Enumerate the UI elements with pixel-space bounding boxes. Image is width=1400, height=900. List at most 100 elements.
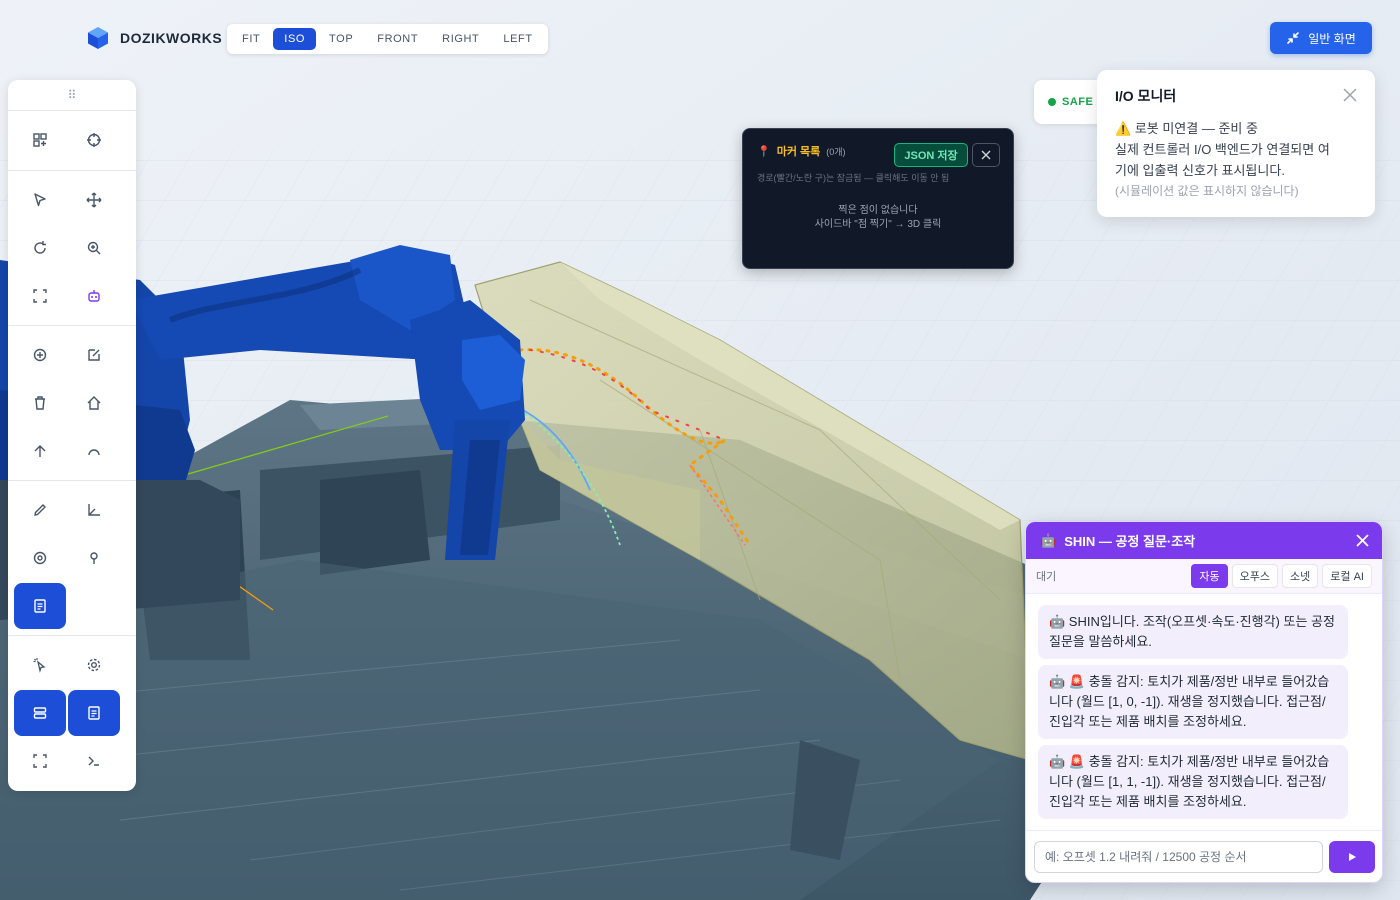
chat-message: 🤖 SHIN입니다. 조작(오프셋·속도·진행각) 또는 공정 질문을 말씀하세… xyxy=(1038,605,1348,659)
fullscreen-icon xyxy=(33,754,47,768)
arc-icon xyxy=(88,449,100,456)
robot-button[interactable] xyxy=(68,273,120,319)
status-dot-icon xyxy=(1048,98,1056,106)
layout-add-icon xyxy=(33,133,47,147)
robot-icon: 🤖 xyxy=(1040,532,1057,548)
marker-title: 마커 목록 xyxy=(776,146,821,158)
fullscreen-button[interactable] xyxy=(14,738,66,784)
trash-icon xyxy=(35,396,45,410)
normal-view-label: 일반 화면 xyxy=(1308,31,1356,46)
tab-right[interactable]: RIGHT xyxy=(431,28,490,50)
select-button[interactable] xyxy=(14,177,66,223)
chat-header: 🤖 SHIN — 공정 질문·조작 xyxy=(1026,522,1382,559)
tab-fit[interactable]: FIT xyxy=(231,28,271,50)
axis-button[interactable] xyxy=(68,487,120,533)
chat-mode-bar: 대기 자동 오푸스 소넷 로컬 AI xyxy=(1026,559,1382,594)
storage-button[interactable] xyxy=(14,690,66,736)
cursor-click-icon xyxy=(33,658,46,673)
brand: DOZIKWORKS xyxy=(86,26,222,50)
arrow-up-icon xyxy=(34,445,46,457)
pencil-button[interactable] xyxy=(14,487,66,533)
fit-frame-button[interactable] xyxy=(14,273,66,319)
chat-input-row xyxy=(1026,830,1382,882)
marker-count: (0개) xyxy=(826,146,846,157)
axis-icon xyxy=(88,504,100,516)
mode-opus[interactable]: 오푸스 xyxy=(1231,564,1279,588)
storage-icon xyxy=(33,707,47,719)
send-button[interactable] xyxy=(1329,840,1375,873)
move-icon xyxy=(86,192,102,208)
marker-empty-state: 찍은 점이 없습니다 사이드바 "점 찍기" → 3D 클릭 xyxy=(757,204,999,232)
document-icon xyxy=(88,706,100,720)
arc-button[interactable] xyxy=(68,428,120,474)
chat-messages: 🤖 SHIN입니다. 조작(오프셋·속도·진행각) 또는 공정 질문을 말씀하세… xyxy=(1026,594,1382,832)
close-icon xyxy=(981,150,991,160)
tab-iso[interactable]: ISO xyxy=(273,28,317,50)
shin-chat-panel: 🤖 SHIN — 공정 질문·조작 대기 자동 오푸스 소넷 로컬 AI 🤖 S… xyxy=(1025,521,1383,883)
marker-empty-line1: 찍은 점이 없습니다 xyxy=(838,205,918,216)
cube-logo-icon xyxy=(88,27,108,49)
add-layout-button[interactable] xyxy=(14,117,66,163)
safe-label: SAFE xyxy=(1062,96,1094,108)
target-icon xyxy=(33,551,47,565)
frame-icon xyxy=(33,289,47,303)
close-icon[interactable] xyxy=(1355,533,1370,548)
pin-button[interactable] xyxy=(68,535,120,581)
chat-input[interactable] xyxy=(1034,840,1323,873)
add-button[interactable] xyxy=(14,332,66,378)
tab-left[interactable]: LEFT xyxy=(492,28,543,50)
chat-message: 🤖 🚨 충돌 감지: 토치가 제품/정반 내부로 들어갔습니다 (월드 [1, … xyxy=(1038,745,1348,819)
mode-local-ai[interactable]: 로컬 AI xyxy=(1322,564,1372,588)
edit-icon xyxy=(88,349,100,361)
io-note: (시뮬레이션 값은 표시하지 않습니다) xyxy=(1115,184,1299,198)
send-icon xyxy=(1349,852,1356,861)
mode-auto[interactable]: 자동 xyxy=(1191,564,1228,588)
crosshair-icon xyxy=(87,133,101,147)
cursor-click-button[interactable] xyxy=(14,642,66,688)
tab-front[interactable]: FRONT xyxy=(366,28,429,50)
io-monitor-title: I/O 모니터 xyxy=(1115,88,1177,104)
settings-button[interactable] xyxy=(68,642,120,688)
json-save-button[interactable]: JSON 저장 xyxy=(894,143,968,167)
target-button[interactable] xyxy=(14,535,66,581)
pencil-icon xyxy=(34,504,46,516)
notes-icon xyxy=(34,599,46,613)
pointer-icon xyxy=(34,193,46,207)
view-tabs: FIT ISO TOP FRONT RIGHT LEFT xyxy=(227,24,548,54)
marker-hint: 경로(빨간/노란 구)는 잠금됨 — 클릭해도 이동 안 됨 xyxy=(757,173,950,183)
chat-message: 🤖 🚨 충돌 감지: 토치가 제품/정반 내부로 들어갔습니다 (월드 [1, … xyxy=(1038,665,1348,739)
up-arrow-button[interactable] xyxy=(14,428,66,474)
rotate-button[interactable] xyxy=(14,225,66,271)
terminal-icon xyxy=(88,756,99,766)
io-status-text: 로봇 미연결 — 준비 중 xyxy=(1134,121,1258,136)
delete-button[interactable] xyxy=(14,380,66,426)
plus-circle-icon xyxy=(33,348,47,362)
brand-name: DOZIKWORKS xyxy=(120,30,223,46)
toolbar-grip-icon[interactable]: ⠿ xyxy=(8,80,136,111)
gear-icon xyxy=(87,658,101,672)
close-icon[interactable] xyxy=(1341,86,1359,104)
zoom-icon xyxy=(87,241,101,255)
io-description-2: 기에 입출력 신호가 표시됩니다. xyxy=(1115,163,1285,178)
move-button[interactable] xyxy=(68,177,120,223)
chat-title: SHIN — 공정 질문·조작 xyxy=(1064,534,1196,549)
home-icon xyxy=(87,396,101,410)
notes-button[interactable] xyxy=(14,583,66,629)
normal-view-button[interactable]: 일반 화면 xyxy=(1270,22,1372,54)
mode-sonnet[interactable]: 소넷 xyxy=(1282,564,1319,588)
warning-icon: ⚠️ xyxy=(1115,121,1132,136)
terminal-button[interactable] xyxy=(68,738,120,784)
edit-button[interactable] xyxy=(68,332,120,378)
io-status-line: ⚠️ 로봇 미연결 — 준비 중 xyxy=(1115,118,1357,139)
io-monitor-panel: I/O 모니터 ⚠️ 로봇 미연결 — 준비 중 실제 컨트롤러 I/O 백엔드… xyxy=(1097,70,1375,217)
rotate-icon xyxy=(34,241,46,254)
document-button[interactable] xyxy=(68,690,120,736)
home-button[interactable] xyxy=(68,380,120,426)
robot-icon xyxy=(88,290,100,302)
crosshair-button[interactable] xyxy=(68,117,120,163)
tab-top[interactable]: TOP xyxy=(318,28,364,50)
pin-icon: 📍 xyxy=(757,145,771,158)
marker-close-button[interactable] xyxy=(972,143,1000,167)
marker-list-panel: 📍 마커 목록 (0개) JSON 저장 경로(빨간/노란 구)는 잠금됨 — … xyxy=(742,128,1014,269)
zoom-button[interactable] xyxy=(68,225,120,271)
